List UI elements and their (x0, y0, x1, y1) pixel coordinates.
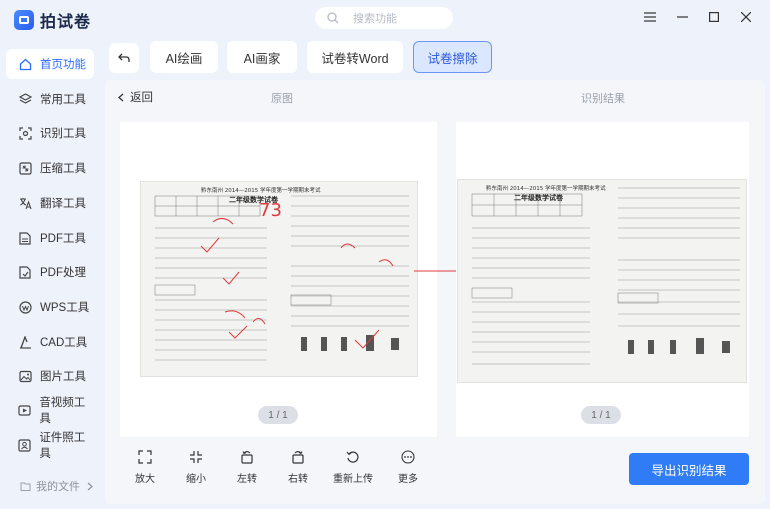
cad-icon (18, 335, 32, 349)
pdf-icon (18, 231, 32, 245)
sidebar-item-label: 证件照工具 (39, 432, 86, 460)
doc-title: 二年级数学试卷 (514, 193, 564, 202)
sidebar-item-video-tools[interactable]: 音视频工具 (6, 395, 94, 425)
export-result-button[interactable]: 导出识别结果 (629, 453, 749, 485)
doc-header-line: 黔东南州 2014—2015 学年度第一学期期末考试 (201, 186, 321, 194)
sidebar-item-label: 翻译工具 (40, 198, 86, 210)
maximize-button[interactable] (698, 6, 730, 28)
zoom-in-button[interactable]: 放大 (125, 450, 165, 485)
rotate-left-icon (241, 450, 253, 464)
app-logo-icon (14, 10, 34, 30)
close-icon (741, 12, 751, 22)
maximize-icon (709, 12, 719, 22)
rotate-left-label: 左转 (237, 474, 257, 485)
doc-score: 73 (259, 200, 282, 221)
sidebar: 首页功能 常用工具 识别工具 压缩工具 翻译工具 PDF工具 PDF处理 WPS… (0, 40, 100, 509)
more-label: 更多 (398, 474, 418, 485)
id-photo-icon (18, 438, 31, 452)
result-page-indicator: 1 / 1 (581, 406, 621, 424)
image-icon (18, 369, 32, 383)
tab-exam-erase[interactable]: 试卷擦除 (413, 41, 492, 73)
sidebar-item-label: PDF工具 (40, 233, 86, 245)
result-panel: 黔东南州 2014—2015 学年度第一学期期末考试 二年级数学试卷 (456, 122, 749, 437)
rotate-right-button[interactable]: 右转 (278, 450, 318, 485)
app-logo: 拍试卷 (14, 8, 91, 32)
tab-ai-artist[interactable]: AI画家 (227, 41, 297, 73)
sidebar-item-common-tools[interactable]: 常用工具 (6, 84, 94, 114)
translate-icon (18, 196, 32, 210)
search-icon (327, 12, 339, 24)
reupload-icon (346, 451, 359, 463)
pdf-process-icon (18, 265, 32, 279)
chevron-right-icon (87, 482, 93, 490)
sidebar-item-wps-tools[interactable]: WPS工具 (6, 292, 94, 322)
result-label: 识别结果 (581, 93, 625, 105)
compress-icon (18, 161, 32, 175)
zoom-out-label: 缩小 (186, 474, 206, 485)
sidebar-item-pdf-tools[interactable]: PDF工具 (6, 223, 94, 253)
my-files-label: 我的文件 (36, 481, 80, 493)
result-exam-image[interactable]: 黔东南州 2014—2015 学年度第一学期期末考试 二年级数学试卷 (457, 179, 747, 383)
history-back-button[interactable] (109, 43, 139, 73)
wps-icon (18, 300, 32, 314)
image-toolbar: 放大 缩小 左转 右转 重新上传 更多 (125, 450, 428, 485)
folder-icon (20, 482, 31, 491)
sidebar-item-home[interactable]: 首页功能 (6, 49, 94, 79)
tab-exam-to-word[interactable]: 试卷转Word (307, 41, 403, 73)
zoom-out-button[interactable]: 缩小 (176, 450, 216, 485)
sidebar-item-label: WPS工具 (40, 302, 90, 314)
more-icon (401, 450, 415, 464)
sidebar-item-image-tools[interactable]: 图片工具 (6, 361, 94, 391)
rotate-left-button[interactable]: 左转 (227, 450, 267, 485)
sidebar-item-id-photo-tools[interactable]: 证件照工具 (6, 430, 94, 460)
zoom-in-icon (138, 450, 152, 464)
home-icon (18, 57, 32, 71)
minimize-icon (676, 16, 688, 18)
scan-icon (18, 126, 32, 140)
reupload-label: 重新上传 (333, 474, 373, 485)
sidebar-item-label: 图片工具 (40, 371, 86, 383)
layers-icon (18, 92, 32, 106)
sidebar-item-recognition-tools[interactable]: 识别工具 (6, 118, 94, 148)
sidebar-item-translate-tools[interactable]: 翻译工具 (6, 188, 94, 218)
app-name: 拍试卷 (40, 14, 92, 31)
menu-button[interactable] (634, 6, 666, 28)
search-input[interactable]: 搜索功能 (315, 7, 453, 29)
rotate-right-icon (292, 450, 304, 464)
my-files-link[interactable]: 我的文件 (20, 478, 93, 494)
chevron-left-icon (118, 93, 124, 101)
sidebar-item-pdf-process[interactable]: PDF处理 (6, 257, 94, 287)
close-button[interactable] (730, 6, 762, 28)
original-image-label: 原图 (271, 93, 293, 105)
rotate-right-label: 右转 (288, 474, 308, 485)
sidebar-item-label: CAD工具 (40, 337, 88, 349)
doc-header-line: 黔东南州 2014—2015 学年度第一学期期末考试 (486, 184, 606, 192)
zoom-out-icon (190, 451, 202, 463)
sidebar-item-label: 识别工具 (40, 128, 86, 140)
menu-icon (644, 12, 656, 22)
sidebar-item-label: PDF处理 (40, 267, 86, 279)
tab-ai-painting[interactable]: AI绘画 (150, 41, 218, 73)
original-page-indicator: 1 / 1 (258, 406, 298, 424)
more-button[interactable]: 更多 (388, 450, 428, 485)
sidebar-item-label: 常用工具 (40, 94, 86, 106)
title-bar: 拍试卷 搜索功能 (0, 0, 770, 36)
minimize-button[interactable] (666, 6, 698, 28)
back-button[interactable]: 返回 (118, 89, 153, 105)
undo-arrow-icon (118, 53, 130, 62)
video-icon (18, 403, 31, 417)
reupload-button[interactable]: 重新上传 (329, 450, 377, 485)
original-image-panel: 黔东南州 2014—2015 学年度第一学期期末考试 二年级数学试卷 73 (120, 122, 437, 437)
zoom-in-label: 放大 (135, 474, 155, 485)
sidebar-item-label: 首页功能 (40, 59, 86, 71)
search-placeholder: 搜索功能 (353, 13, 397, 25)
back-label: 返回 (130, 92, 153, 104)
sidebar-item-compress-tools[interactable]: 压缩工具 (6, 153, 94, 183)
original-exam-image[interactable]: 黔东南州 2014—2015 学年度第一学期期末考试 二年级数学试卷 73 (140, 181, 418, 377)
sidebar-item-cad-tools[interactable]: CAD工具 (6, 327, 94, 357)
sidebar-item-label: 压缩工具 (40, 163, 86, 175)
sidebar-item-label: 音视频工具 (39, 397, 86, 425)
